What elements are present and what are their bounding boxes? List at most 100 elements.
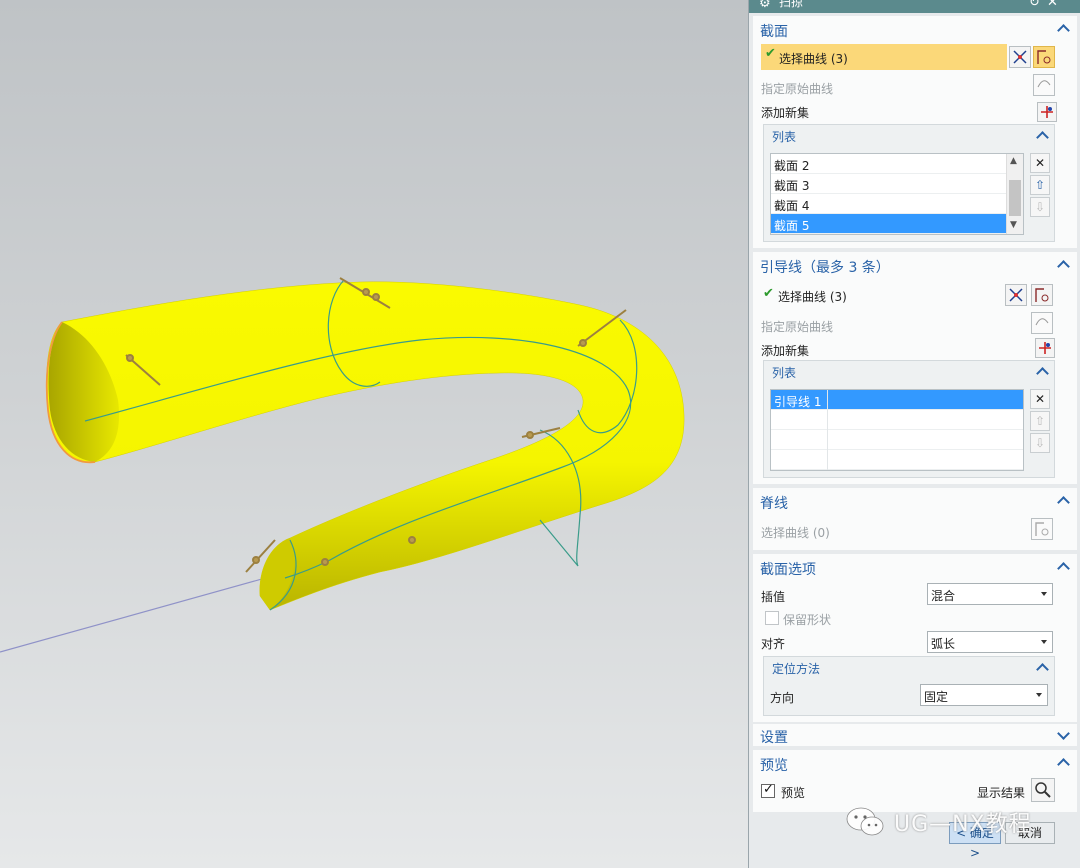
section-origin-curve-button[interactable] — [1033, 74, 1055, 96]
guides-curve-select-button[interactable] — [1031, 284, 1053, 306]
sweep-dialog: ⚙ 扫掠 ↻ ✕ 截面 ✔ 选择曲线 (3) 指定原始曲线 添加新集 列表 截面… — [748, 0, 1080, 868]
guides-specify-origin-label: 指定原始曲线 — [761, 320, 834, 334]
list-item-label: 截面 4 — [774, 199, 810, 213]
wechat-icon — [846, 807, 884, 836]
list-item[interactable]: 截面 4 — [771, 194, 1007, 214]
list-item — [771, 430, 1023, 450]
settings-group-title: 设置 — [760, 730, 788, 746]
section-group-title: 截面 — [760, 24, 788, 40]
direction-dropdown[interactable]: 固定 — [920, 684, 1048, 706]
delete-x-icon: ✕ — [1034, 156, 1046, 170]
guides-add-new-set-label: 添加新集 — [761, 344, 810, 358]
reset-icon[interactable]: ↻ — [1029, 0, 1040, 9]
chevron-up-icon[interactable] — [1055, 20, 1071, 36]
list-item[interactable]: 截面 3 — [771, 174, 1007, 194]
guides-origin-curve-button[interactable] — [1031, 312, 1053, 334]
move-down-button[interactable]: ⇩ — [1030, 197, 1050, 217]
scroll-down-icon[interactable]: ▼ — [1010, 220, 1017, 230]
preview-group-header[interactable]: 预览 — [753, 750, 1077, 776]
check-icon: ✔ — [765, 46, 776, 61]
spine-group-title: 脊线 — [760, 496, 788, 512]
watermark-text: UG—NX教程 — [894, 812, 1032, 837]
section-add-new-set-label: 添加新集 — [761, 106, 810, 120]
guides-list[interactable]: 引导线 1 — [770, 389, 1024, 471]
chevron-up-icon[interactable] — [1034, 127, 1050, 143]
remove-item-button[interactable]: ✕ — [1030, 153, 1050, 173]
chevron-up-icon[interactable] — [1055, 558, 1071, 574]
curve-select-icon — [1037, 50, 1051, 64]
move-up-button[interactable]: ⇧ — [1030, 411, 1050, 431]
list-item-label: 截面 5 — [774, 219, 810, 233]
move-up-button[interactable]: ⇧ — [1030, 175, 1050, 195]
swept-surface[interactable] — [46, 281, 685, 611]
alignment-value: 弧长 — [931, 637, 956, 651]
column-divider — [827, 390, 828, 470]
arrow-up-icon: ⇧ — [1034, 178, 1046, 192]
guides-list-header[interactable]: 列表 — [764, 361, 1054, 383]
scroll-up-icon[interactable]: ▲ — [1010, 156, 1017, 166]
direction-value: 固定 — [924, 690, 949, 704]
interpolation-dropdown[interactable]: 混合 — [927, 583, 1053, 605]
guides-add-set-button[interactable] — [1035, 338, 1055, 358]
preserve-shape-checkbox[interactable] — [765, 611, 779, 625]
list-item[interactable]: 截面 2 — [771, 154, 1007, 174]
dialog-titlebar: ⚙ 扫掠 ↻ ✕ — [749, 0, 1080, 13]
section-select-curve-row[interactable]: ✔ 选择曲线 (3) — [761, 44, 1007, 70]
check-icon: ✔ — [763, 286, 774, 301]
curve-rule-button[interactable] — [1009, 46, 1031, 68]
direction-label: 方向 — [770, 691, 795, 705]
origin-curve-icon — [1035, 318, 1049, 326]
section-list-header[interactable]: 列表 — [764, 125, 1054, 147]
spine-group-header[interactable]: 脊线 — [753, 488, 1077, 514]
section-curve-select-button[interactable] — [1033, 46, 1055, 68]
list-item-selected[interactable]: 截面 5 — [771, 214, 1007, 234]
interpolation-label: 插值 — [761, 590, 786, 604]
spine-curve-select-button[interactable] — [1031, 518, 1053, 540]
spine-select-curve-row[interactable]: 选择曲线 (0) — [761, 520, 1057, 542]
section-group-header[interactable]: 截面 — [753, 16, 1077, 42]
chevron-up-icon[interactable] — [1034, 363, 1050, 379]
graphics-viewport[interactable] — [0, 0, 748, 868]
settings-group[interactable]: 设置 — [753, 724, 1077, 746]
chevron-up-icon[interactable] — [1055, 754, 1071, 770]
curve-rule-button[interactable] — [1005, 284, 1027, 306]
section-select-curve-label: 选择曲线 (3) — [779, 52, 848, 66]
curve-select-icon — [1035, 288, 1049, 302]
move-down-button[interactable]: ⇩ — [1030, 433, 1050, 453]
section-options-header[interactable]: 截面选项 — [753, 554, 1077, 580]
chevron-up-icon[interactable] — [1055, 256, 1071, 272]
section-add-new-set-row: 添加新集 — [761, 100, 1057, 122]
chevron-up-icon[interactable] — [1055, 492, 1071, 508]
arrow-down-icon: ⇩ — [1034, 436, 1046, 450]
interpolation-value: 混合 — [931, 589, 956, 603]
gear-icon[interactable]: ⚙ — [759, 0, 771, 10]
spine-group: 脊线 选择曲线 (0) — [753, 488, 1077, 550]
alignment-dropdown[interactable]: 弧长 — [927, 631, 1053, 653]
chevron-up-icon[interactable] — [1034, 659, 1050, 675]
curve-rule-icon — [1013, 50, 1027, 64]
close-icon[interactable]: ✕ — [1047, 0, 1058, 9]
settings-group-header[interactable]: 设置 — [753, 724, 1077, 746]
remove-item-button[interactable]: ✕ — [1030, 389, 1050, 409]
watermark: UG—NX教程 — [844, 802, 1054, 838]
guides-group-title: 引导线（最多 3 条） — [760, 260, 890, 276]
list-item-selected[interactable]: 引导线 1 — [771, 390, 1023, 410]
preview-label: 预览 — [781, 786, 806, 800]
list-scrollbar[interactable]: ▲ ▼ — [1006, 154, 1023, 234]
add-set-icon — [1039, 342, 1051, 354]
scroll-thumb[interactable] — [1009, 180, 1021, 216]
section-list[interactable]: 截面 2 截面 3 截面 4 截面 5 ▲ ▼ — [770, 153, 1024, 235]
list-item-label: 截面 2 — [774, 159, 810, 173]
show-result-button[interactable] — [1031, 778, 1055, 802]
chevron-down-icon[interactable] — [1055, 727, 1071, 743]
delete-x-icon: ✕ — [1034, 392, 1046, 406]
alignment-label: 对齐 — [761, 637, 786, 651]
section-add-set-button[interactable] — [1037, 102, 1057, 122]
section-options-title: 截面选项 — [760, 562, 816, 578]
guides-specify-origin-row: 指定原始曲线 — [761, 314, 1057, 336]
dropdown-arrow-icon — [1036, 693, 1042, 697]
orientation-header[interactable]: 定位方法 — [764, 657, 1054, 679]
guides-group-header[interactable]: 引导线（最多 3 条） — [753, 252, 1077, 278]
preview-checkbox[interactable]: ✓ — [761, 782, 775, 798]
add-set-icon — [1041, 106, 1053, 118]
